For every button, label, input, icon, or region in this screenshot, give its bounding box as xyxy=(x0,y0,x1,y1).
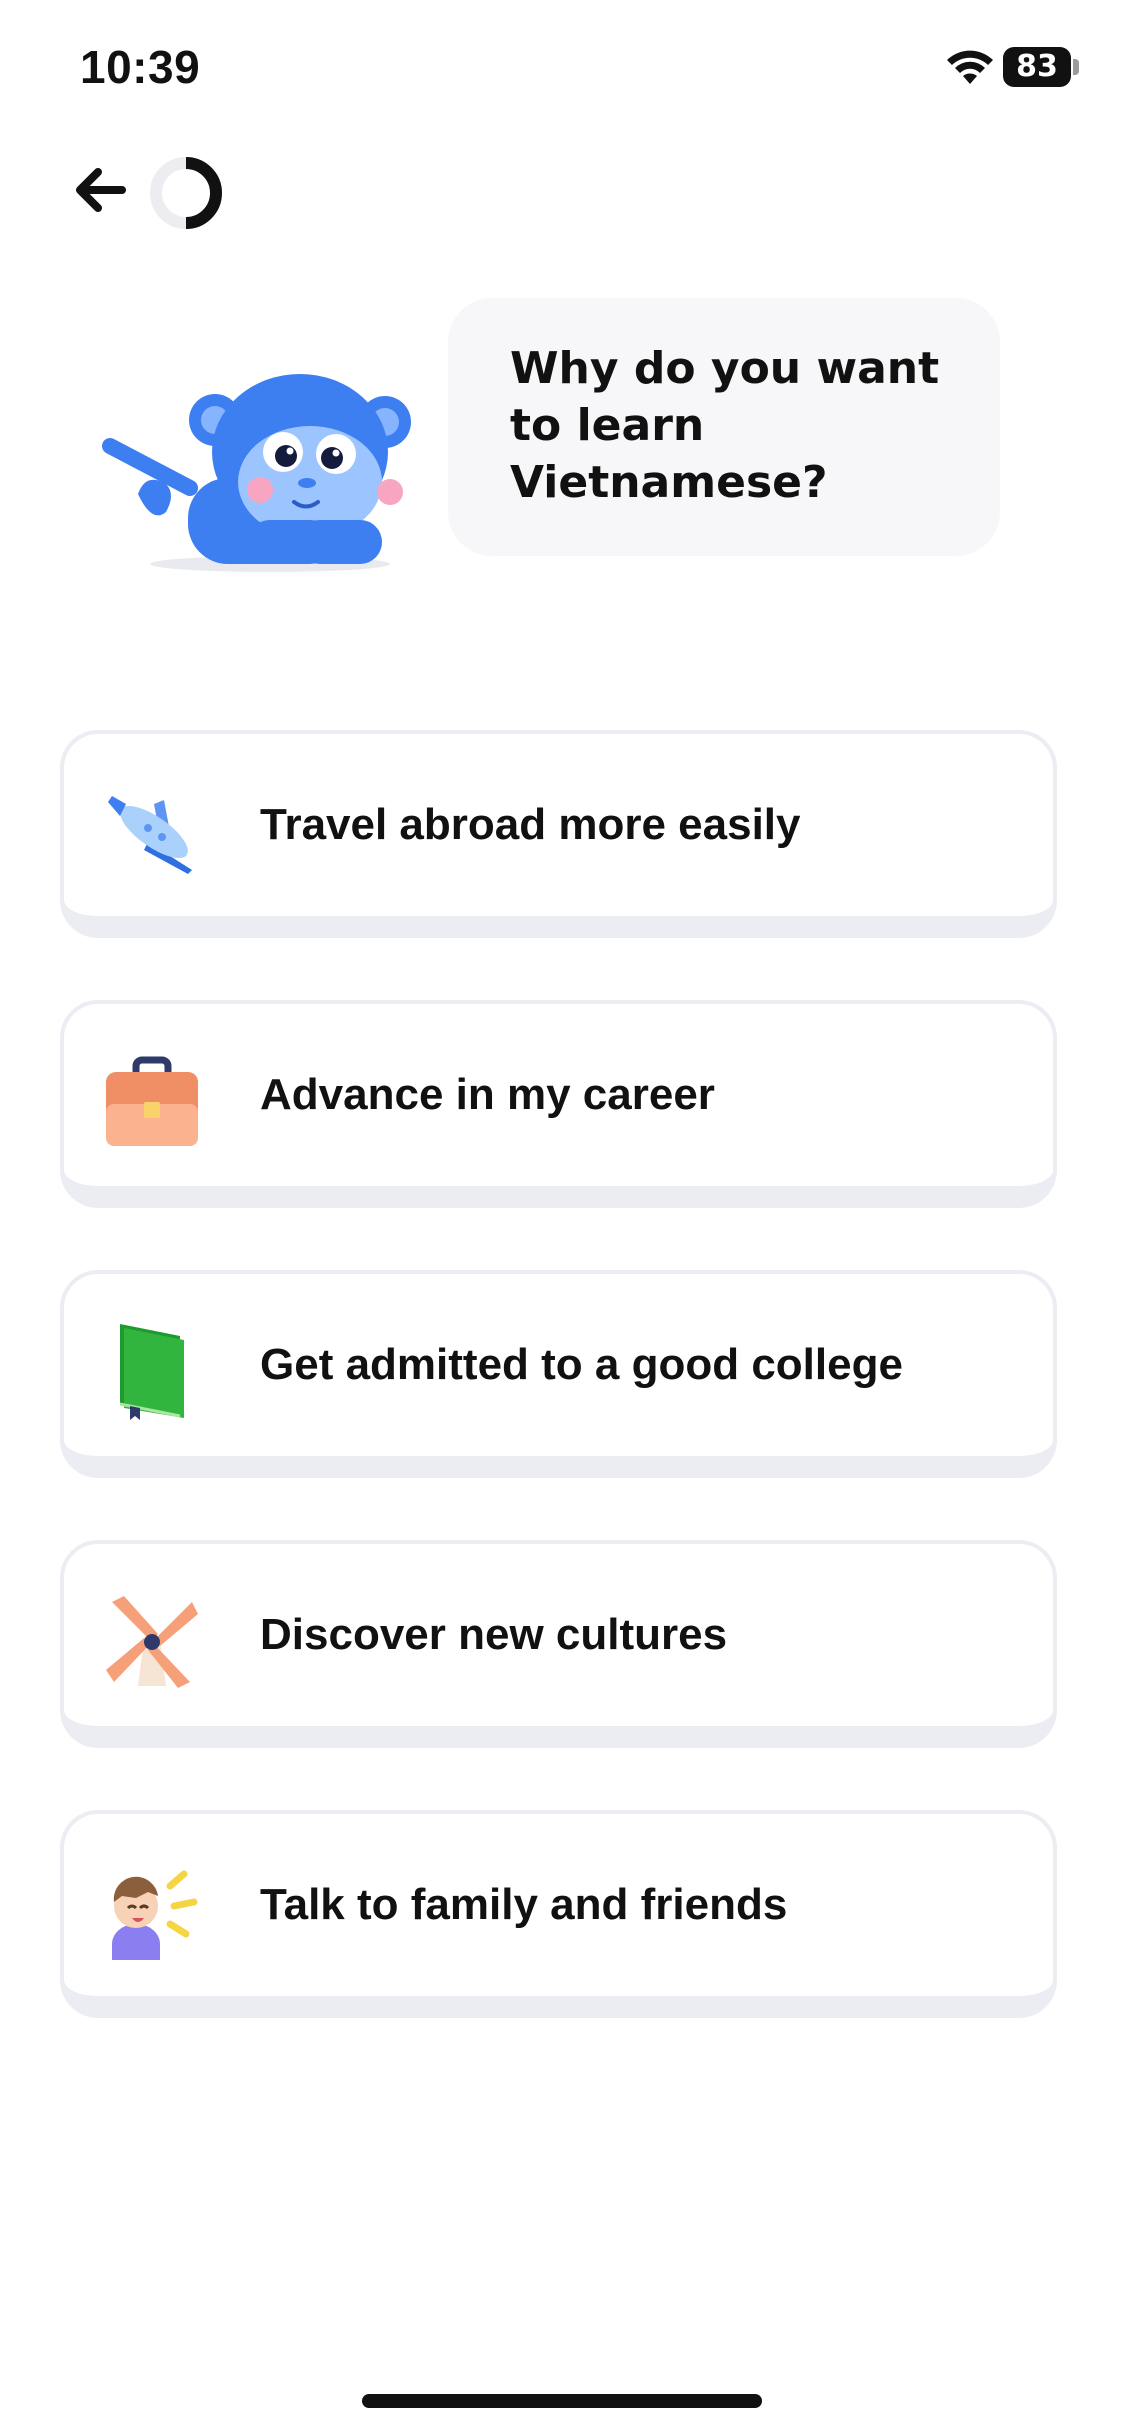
monkey-mascot-icon xyxy=(102,374,411,572)
person-talking-icon xyxy=(112,1870,198,1960)
question-bubble: Why do you want to learn Vietnamese? xyxy=(448,298,1000,556)
wifi-icon xyxy=(947,50,993,84)
status-bar: 10:39 83 xyxy=(0,0,1125,140)
option-label: Discover new cultures xyxy=(260,1610,728,1659)
option-label: Travel abroad more easily xyxy=(260,800,801,849)
arrow-left-icon[interactable] xyxy=(70,160,130,220)
battery-icon: 83 xyxy=(1003,47,1079,87)
book-icon xyxy=(119,1324,184,1420)
option-label: Talk to family and friends xyxy=(260,1880,788,1929)
home-indicator[interactable] xyxy=(362,2394,762,2408)
question-text: Why do you want to learn Vietnamese? xyxy=(510,343,940,508)
option-label: Get admitted to a good college xyxy=(260,1340,903,1389)
windmill-icon xyxy=(106,1596,198,1688)
battery-level: 83 xyxy=(1016,49,1058,84)
option-cultures[interactable]: Discover new cultures xyxy=(60,1540,1057,1748)
briefcase-icon xyxy=(106,1056,198,1146)
progress-ring-icon xyxy=(150,157,222,229)
option-family[interactable]: Talk to family and friends xyxy=(60,1810,1057,2018)
status-time: 10:39 xyxy=(80,41,201,93)
airplane-icon xyxy=(108,796,192,874)
option-label: Advance in my career xyxy=(260,1070,715,1119)
option-college[interactable]: Get admitted to a good college xyxy=(60,1270,1057,1478)
option-career[interactable]: Advance in my career xyxy=(60,1000,1057,1208)
option-travel[interactable]: Travel abroad more easily xyxy=(60,730,1057,938)
